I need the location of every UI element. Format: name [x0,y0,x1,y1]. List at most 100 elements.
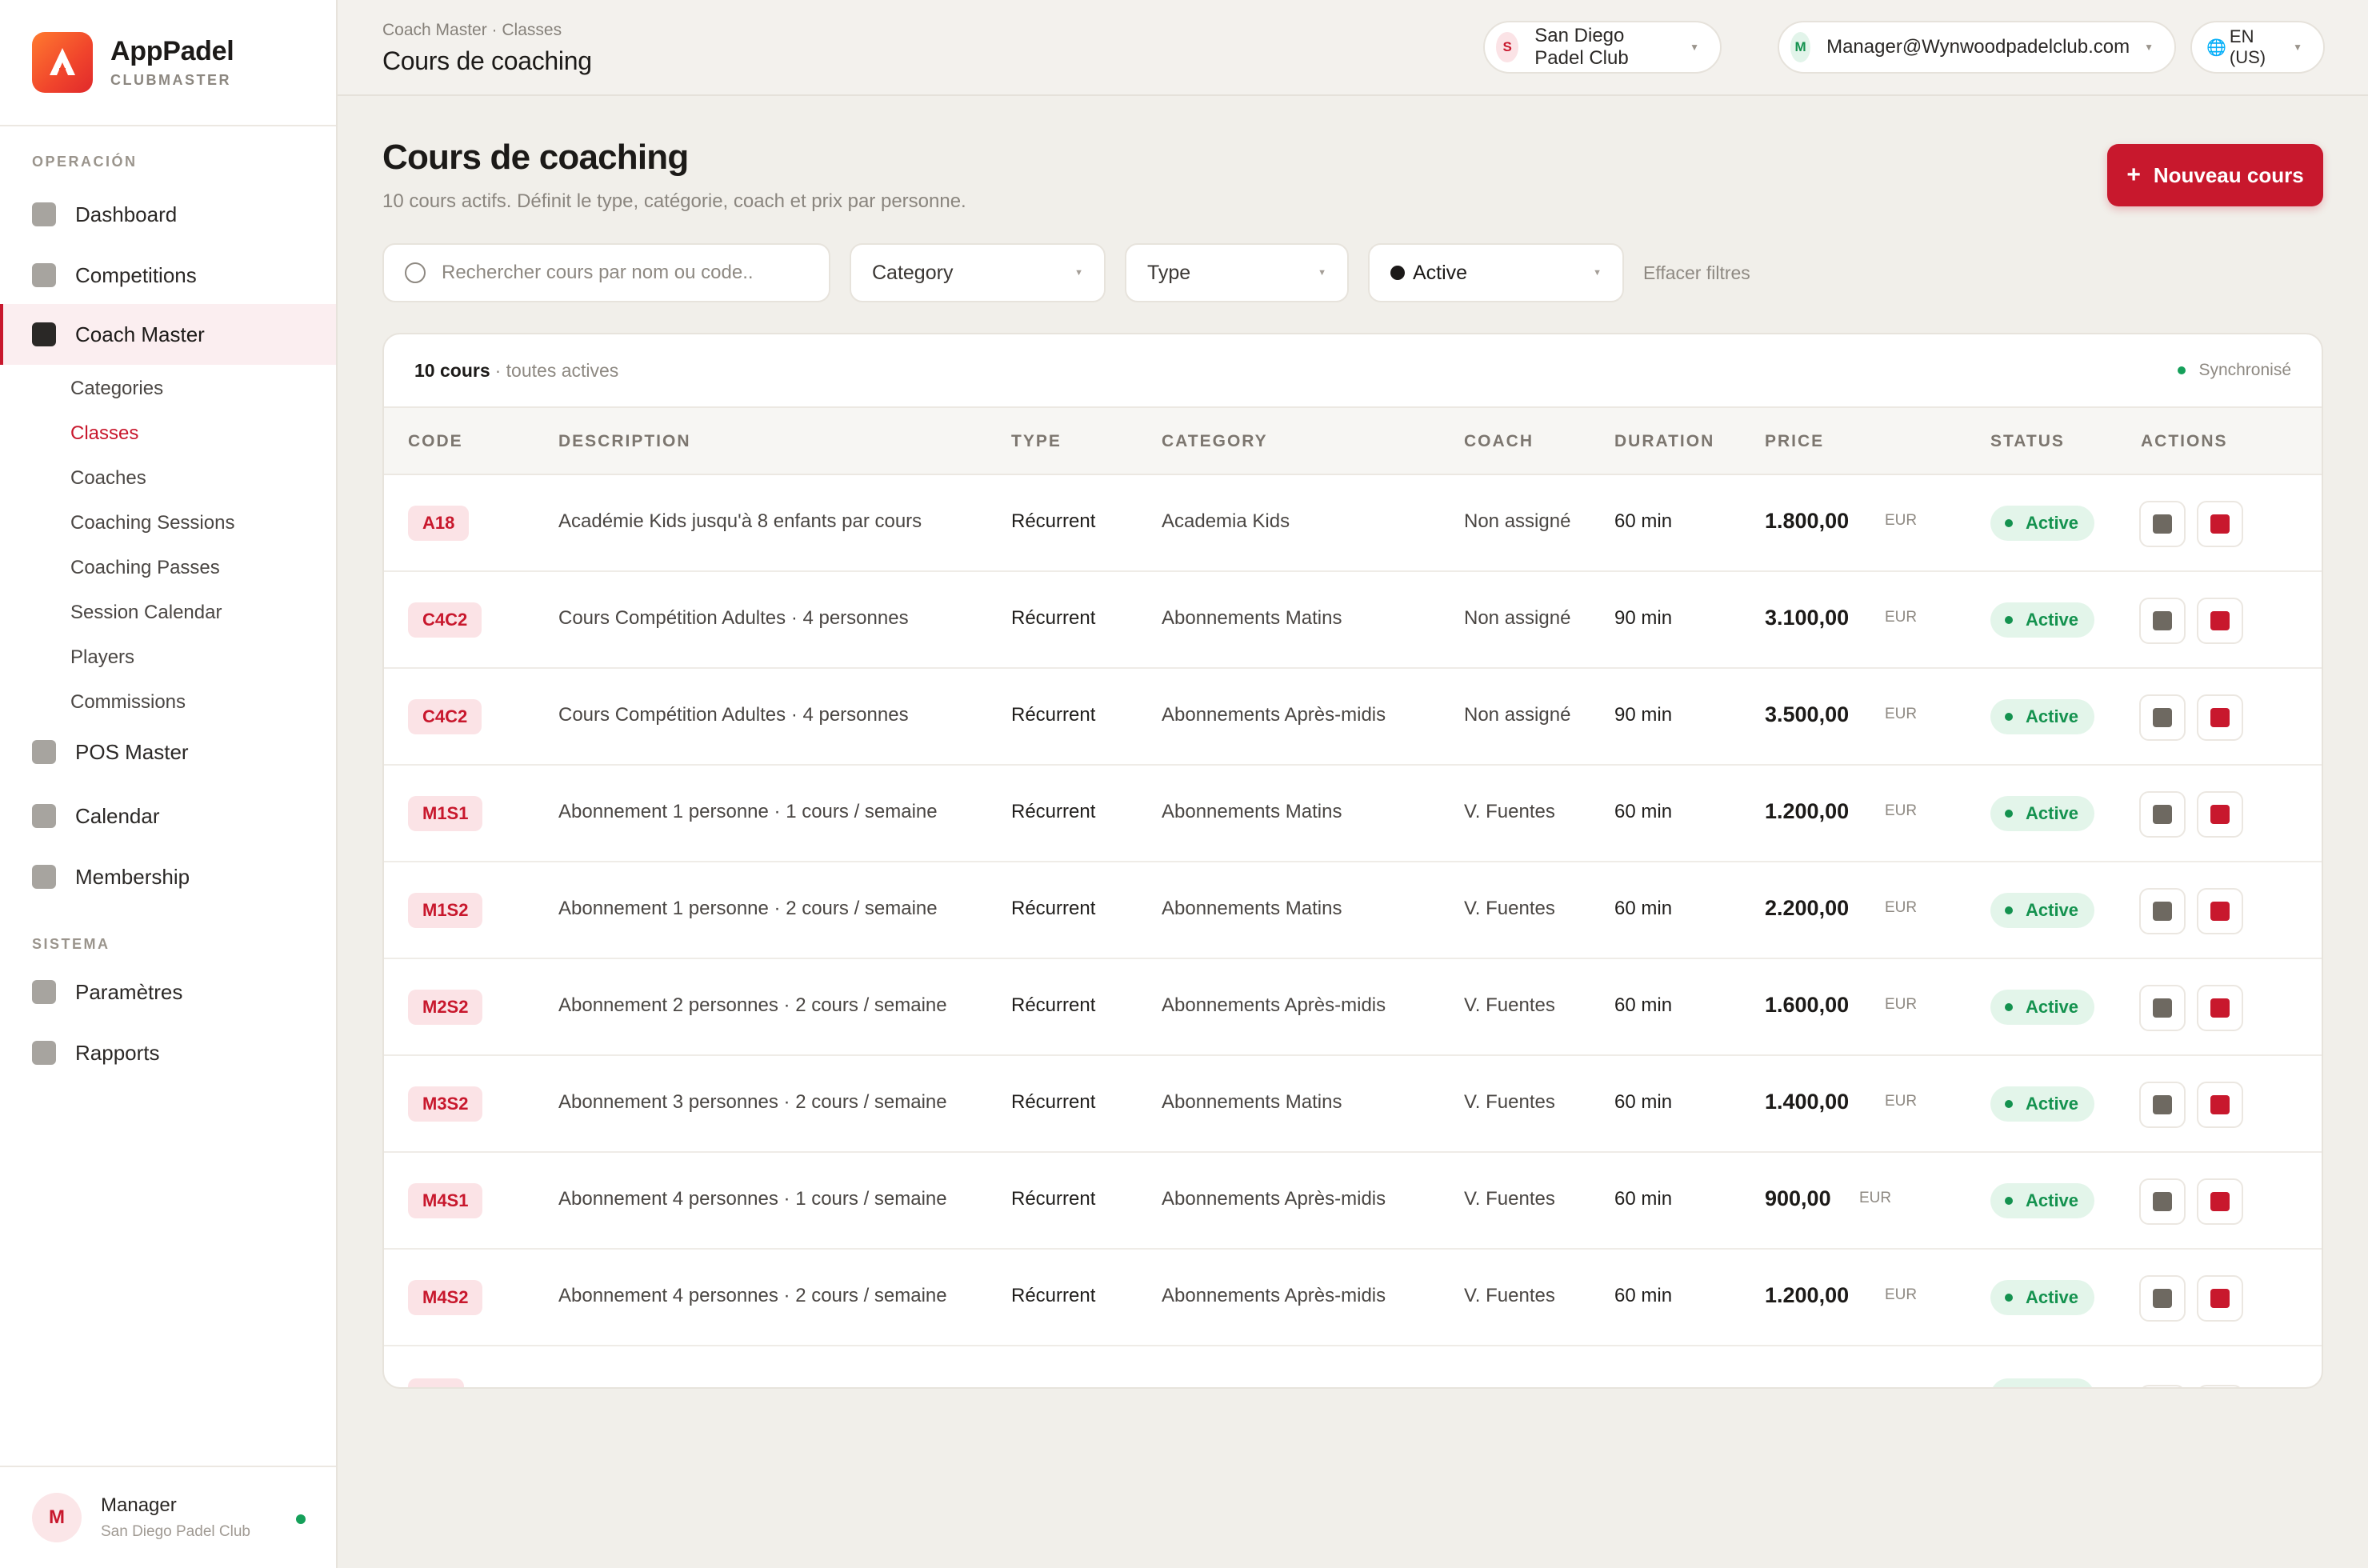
course-type: Récurrent [1011,801,1096,822]
course-price: 2.200,00 [1765,896,1850,920]
delete-button[interactable] [2197,501,2243,547]
sidebar-subitem-classes[interactable]: Classes [70,422,138,445]
sidebar-subitem-commissions[interactable]: Commissions [70,691,186,714]
table-row[interactable]: M4S2 Abonnement 4 personnes · 2 cours / s… [384,1250,2322,1346]
course-price: 3.100,00 [1765,606,1850,630]
edit-button[interactable] [2139,791,2186,838]
sidebar-subitem-session-calendar[interactable]: Session Calendar [70,602,222,624]
chevron-down-icon: ▼ [2144,42,2154,53]
sidebar-item-dashboard[interactable]: Dashboard [0,184,336,245]
edit-icon [2153,805,2172,824]
brand[interactable]: AppPadel CLUBMASTER [0,0,336,126]
delete-button[interactable] [2197,985,2243,1031]
user-profile[interactable]: M Manager San Diego Padel Club [0,1466,336,1568]
status-dot-icon [2005,1197,2013,1205]
table-row[interactable]: M1S1 Abonnement 1 personne · 1 cours / se… [384,766,2322,862]
search-box[interactable] [382,243,830,302]
course-coach: Non assigné [1464,607,1571,629]
course-currency: EUR [1885,1093,1918,1110]
status-badge: Active [1990,990,2095,1025]
chevron-down-icon: ▼ [1690,42,1699,53]
language-selector[interactable]: 🌐 EN (US) ▼ [2190,21,2325,74]
course-description: Abonnement 3 personnes · 2 cours / semai… [558,1091,947,1113]
table-row[interactable]: M1S2 Abonnement 1 personne · 2 cours / se… [384,862,2322,959]
clear-filters-link[interactable]: Effacer filtres [1643,262,1750,284]
user-club: San Diego Padel Club [101,1523,250,1540]
sidebar-subitem-players[interactable]: Players [70,646,134,669]
edit-button[interactable] [2139,694,2186,741]
course-duration: 60 min [1614,994,1673,1016]
sidebar-subitem-categories[interactable]: Categories [70,378,163,400]
table-row[interactable]: A18 Académie Kids jusqu'à 8 enfants par c… [384,475,2322,572]
table-row[interactable]: M4S1 Abonnement 4 personnes · 1 cours / s… [384,1153,2322,1250]
sidebar-item-rapports[interactable]: Rapports [0,1022,336,1083]
column-header-code[interactable]: CODE [408,432,463,451]
coach-master-icon [32,322,56,346]
column-header-duration[interactable]: DURATION [1614,432,1714,451]
table-row[interactable]: C4C2 Cours Compétition Adultes · 4 person… [384,572,2322,669]
course-duration: 90 min [1614,704,1673,726]
topbar-title: Cours de coaching [382,46,592,75]
table-row-partial [384,1346,2322,1387]
club-selector[interactable]: S San Diego Padel Club ▼ [1483,21,1722,74]
sidebar-item-competitions[interactable]: Competitions [0,245,336,306]
column-header-coach[interactable]: COACH [1464,432,1534,451]
sync-label: Synchronisé [2198,361,2291,379]
status-label: Active [2026,900,2079,920]
status-badge [1990,1378,2094,1387]
edit-button[interactable] [2139,888,2186,934]
table-row[interactable]: M2S2 Abonnement 2 personnes · 2 cours / s… [384,959,2322,1056]
sidebar-item-membership[interactable]: Membership [0,846,336,907]
course-currency: EUR [1859,1190,1892,1206]
table-row[interactable]: C4C2 Cours Compétition Adultes · 4 person… [384,669,2322,766]
course-price: 1.200,00 [1765,799,1850,823]
delete-button[interactable] [2197,1385,2243,1387]
sidebar-subitem-coaches[interactable]: Coaches [70,467,146,490]
delete-button[interactable] [2197,791,2243,838]
sidebar-subitem-coaching-passes[interactable]: Coaching Passes [70,557,220,579]
column-header-description[interactable]: DESCRIPTION [558,432,691,451]
status-label: Active [2026,803,2079,823]
status-dot-icon [2005,810,2013,818]
club-selector-label: San Diego Padel Club [1534,25,1629,69]
delete-button[interactable] [2197,598,2243,644]
edit-button[interactable] [2139,985,2186,1031]
delete-button[interactable] [2197,694,2243,741]
course-type: Récurrent [1011,1091,1096,1113]
nav-section-operation: OPERACIÓN [32,154,138,170]
table-row[interactable]: M3S2 Abonnement 3 personnes · 2 cours / s… [384,1056,2322,1153]
edit-button[interactable] [2139,501,2186,547]
column-header-price[interactable]: PRICE [1765,432,1824,451]
edit-button[interactable] [2139,598,2186,644]
delete-button[interactable] [2197,1178,2243,1225]
new-course-button[interactable]: + Nouveau cours [2107,144,2323,206]
account-selector[interactable]: M Manager@Wynwoodpadelclub.com ▼ [1778,21,2176,74]
sidebar-item-parametres[interactable]: Paramètres [0,962,336,1022]
status-filter[interactable]: Active ▼ [1368,243,1624,302]
edit-button[interactable] [2139,1385,2186,1387]
sidebar-item-pos-master[interactable]: POS Master [0,722,336,782]
delete-button[interactable] [2197,888,2243,934]
column-header-category[interactable]: CATEGORY [1162,432,1268,451]
edit-button[interactable] [2139,1082,2186,1128]
course-currency: EUR [1885,996,1918,1013]
course-duration: 60 min [1614,1188,1673,1210]
delete-button[interactable] [2197,1082,2243,1128]
language-label: EN (US) [2229,26,2266,67]
delete-button[interactable] [2197,1275,2243,1322]
category-filter[interactable]: Category ▼ [850,243,1106,302]
sidebar-item-calendar[interactable]: Calendar [0,786,336,846]
delete-icon [2210,1095,2230,1114]
type-filter[interactable]: Type ▼ [1125,243,1349,302]
edit-button[interactable] [2139,1178,2186,1225]
courses-table-card: 10 cours · toutes actives Synchronisé CO… [382,333,2323,1389]
sidebar-subitem-coaching-sessions[interactable]: Coaching Sessions [70,512,234,534]
column-header-status[interactable]: STATUS [1990,432,2065,451]
search-input[interactable] [442,262,754,284]
sidebar-item-coach-master[interactable]: Coach Master [0,304,336,365]
course-description: Abonnement 2 personnes · 2 cours / semai… [558,994,947,1016]
nav-section-system: SISTEMA [32,936,110,952]
status-dot-icon [2005,1003,2013,1011]
column-header-type[interactable]: TYPE [1011,432,1062,451]
edit-button[interactable] [2139,1275,2186,1322]
